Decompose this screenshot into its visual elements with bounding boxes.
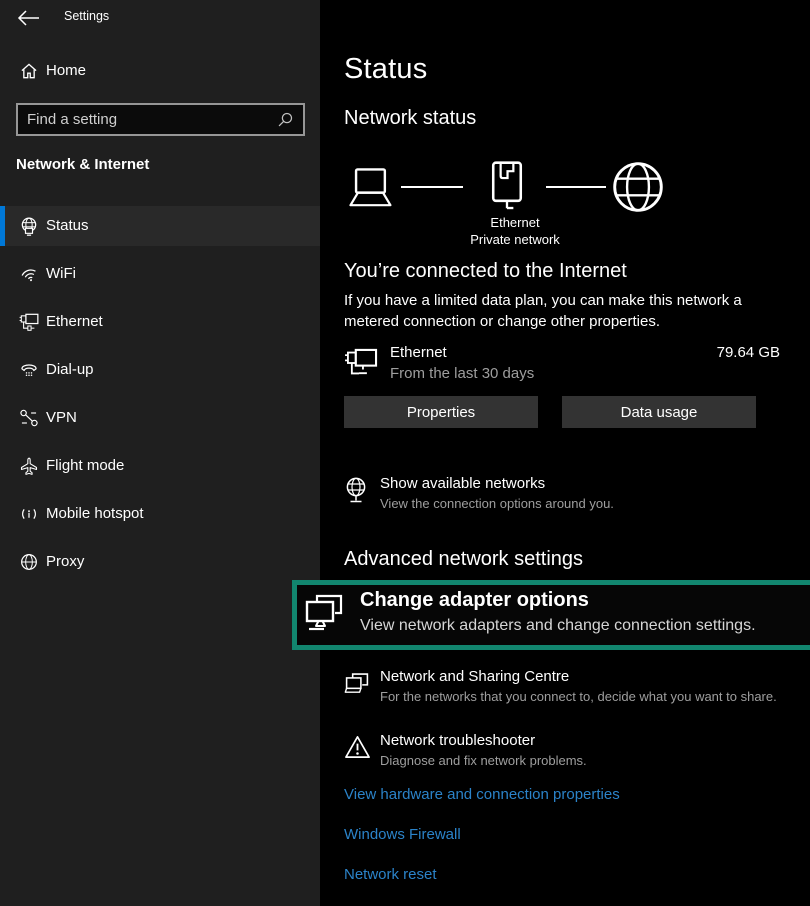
connected-status-text: You’re connected to the Internet [344,260,627,283]
sidebar-item-vpn[interactable]: VPN [0,398,320,438]
sidebar-nav: Status WiFi [0,206,320,590]
diagram-network-type: Private network [440,232,590,247]
sidebar-item-label: Mobile hotspot [46,505,144,522]
sidebar-item-dialup[interactable]: Dial-up [0,350,320,390]
app-title: Settings [64,9,109,23]
adapter-monitors-icon [304,593,344,639]
sidebar-section-title: Network & Internet [16,156,149,173]
sharing-centre-icon [344,670,370,698]
network-sharing-centre-row[interactable]: Network and Sharing Centre For the netwo… [344,668,804,713]
page-title: Status [344,53,427,86]
link-view-hardware-properties[interactable]: View hardware and connection properties [344,786,620,803]
search-input[interactable] [18,105,277,134]
connection-line [546,186,606,188]
network-status-heading: Network status [344,107,476,130]
vpn-icon [19,408,39,428]
titlebar: Settings [0,0,320,36]
sidebar-item-label: Flight mode [46,457,124,474]
diagram-connection-name: Ethernet [440,215,590,230]
sidebar-item-label: Home [46,62,86,79]
connection-description: If you have a limited data plan, you can… [344,290,794,332]
usage-connection-name: Ethernet [390,344,447,361]
selected-accent-bar [0,206,5,246]
laptop-icon [344,166,396,210]
change-adapter-options-row[interactable]: Change adapter options View network adap… [300,588,805,644]
available-networks-globe-icon [344,477,368,505]
status-icon [19,216,39,236]
link-windows-firewall[interactable]: Windows Firewall [344,826,461,843]
sidebar-item-flight-mode[interactable]: Flight mode [0,446,320,486]
ethernet-icon [19,312,39,332]
advanced-settings-heading: Advanced network settings [344,548,583,571]
connection-diagram: Ethernet Private network [344,160,784,245]
row-subtitle: For the networks that you connect to, de… [380,689,777,704]
row-title: Network troubleshooter [380,732,535,749]
row-title: Show available networks [380,475,545,492]
sidebar-item-label: Status [46,217,89,234]
data-usage-button[interactable]: Data usage [562,396,756,428]
connection-line [401,186,463,188]
row-subtitle: Diagnose and fix network problems. [380,753,587,768]
internet-globe-icon [612,161,664,213]
usage-period: From the last 30 days [390,365,534,382]
sidebar-item-wifi[interactable]: WiFi [0,254,320,294]
sidebar: Settings Home Network & Internet [0,0,320,906]
search-icon[interactable] [277,111,294,128]
back-arrow-icon [16,9,42,27]
sidebar-item-status[interactable]: Status [0,206,320,246]
hotspot-icon [19,504,39,524]
warning-triangle-icon [344,734,371,760]
usage-amount: 79.64 GB [717,344,780,361]
wifi-icon [19,264,39,284]
proxy-globe-icon [19,552,39,572]
sidebar-item-mobile-hotspot[interactable]: Mobile hotspot [0,494,320,534]
row-subtitle: View the connection options around you. [380,496,614,511]
sidebar-item-ethernet[interactable]: Ethernet [0,302,320,342]
sidebar-item-label: WiFi [46,265,76,282]
sidebar-item-label: Proxy [46,553,84,570]
row-title: Network and Sharing Centre [380,668,569,685]
sidebar-item-proxy[interactable]: Proxy [0,542,320,582]
sidebar-item-label: Dial-up [46,361,94,378]
show-available-networks-row[interactable]: Show available networks View the connect… [344,475,804,520]
settings-window: Settings Home Network & Internet [0,0,810,906]
sidebar-item-label: VPN [46,409,77,426]
search-box [16,103,305,136]
back-button[interactable] [16,9,42,27]
properties-button[interactable]: Properties [344,396,538,428]
ethernet-adapter-icon [344,346,378,380]
data-usage-row: Ethernet From the last 30 days 79.64 GB [344,342,780,382]
home-icon [19,61,39,81]
sidebar-item-label: Ethernet [46,313,103,330]
airplane-icon [19,456,39,476]
row-subtitle: View network adapters and change connect… [360,617,756,635]
ethernet-plug-icon [489,160,525,212]
dialup-phone-icon [19,360,39,380]
network-troubleshooter-row[interactable]: Network troubleshooter Diagnose and fix … [344,732,804,777]
sidebar-item-home[interactable]: Home [0,57,320,89]
link-network-reset[interactable]: Network reset [344,866,437,883]
row-title: Change adapter options [360,589,589,612]
